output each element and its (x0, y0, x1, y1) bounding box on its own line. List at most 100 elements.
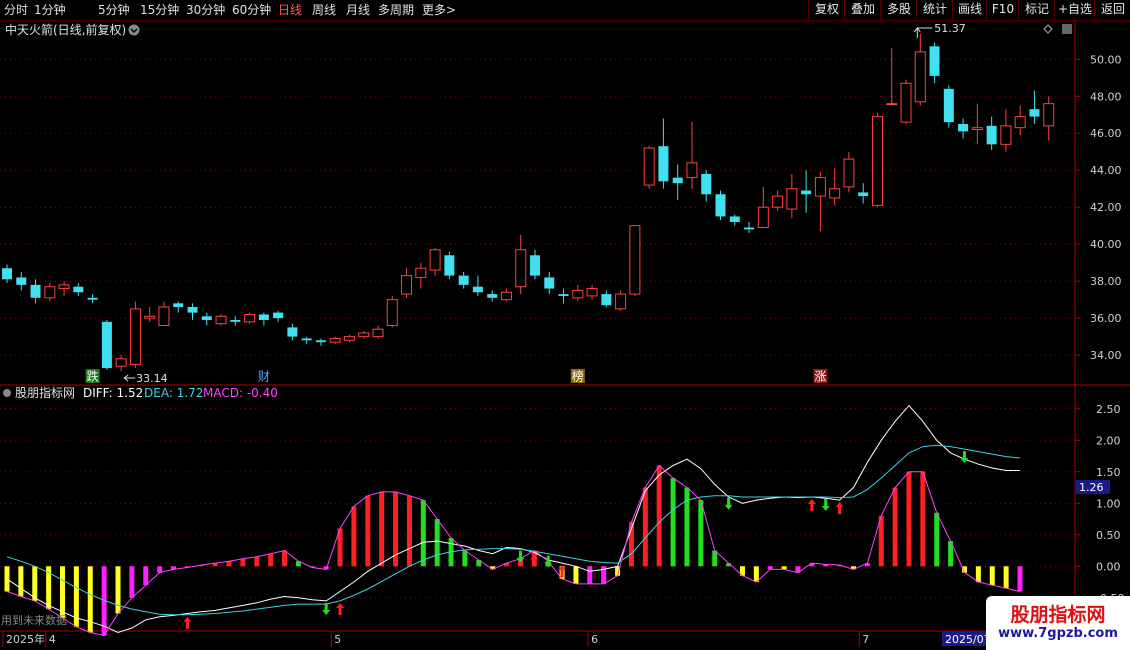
candle-body-up (500, 291, 512, 301)
candle-body-up (586, 288, 598, 297)
indicator-tick-label: 2.50 (1096, 403, 1121, 416)
up-arrow-icon (336, 602, 345, 615)
candle-body-down (201, 316, 212, 320)
period-multi[interactable]: 多周期 (378, 2, 414, 18)
period-15min[interactable]: 15分钟 (140, 2, 179, 18)
candle-body-up (372, 328, 384, 338)
macd-bar (268, 553, 274, 567)
price-tick-label: 48.00 (1090, 90, 1122, 103)
event-marker-label: 榜 (572, 369, 584, 384)
statistics-button[interactable]: 统计 (916, 0, 953, 19)
macd-bar (351, 506, 357, 567)
draw-line-button[interactable]: 画线 (952, 0, 987, 19)
candle-body-up (900, 82, 912, 123)
current-date-tag: 2025/07 (942, 631, 991, 646)
date-label: 5 (334, 633, 341, 646)
candle-body-down (558, 294, 569, 296)
period-intraday[interactable]: 分时 (4, 2, 28, 18)
candle-body-up (386, 299, 398, 327)
macd-bar (892, 487, 898, 567)
indicator-tick-label: 0.00 (1096, 560, 1121, 573)
macd-bar (115, 566, 121, 614)
add-watchlist-button[interactable]: +自选 (1054, 0, 1095, 19)
macd-bar (226, 561, 232, 567)
candle-body-up (572, 289, 584, 299)
adjust-price-button[interactable]: 复权 (808, 0, 845, 19)
candle-body-down (986, 125, 997, 145)
candle-body-down (16, 277, 27, 285)
candle-body-up (44, 286, 56, 299)
macd-bar (365, 495, 371, 567)
candle-body-down (173, 303, 184, 308)
candle-body-down (87, 297, 98, 300)
down-arrow-icon (821, 498, 830, 511)
macd-bar (18, 566, 24, 597)
macd-bar (975, 566, 981, 583)
multi-stock-button[interactable]: 多股 (880, 0, 917, 19)
back-button[interactable]: 返回 (1094, 0, 1130, 19)
macd-bar (934, 512, 940, 567)
indicator-axis: -0.500.000.501.001.502.002.50 (1075, 403, 1124, 605)
candle-body-up (843, 158, 855, 188)
candle-body-up (643, 147, 655, 186)
event-markers: 跌财榜涨 (85, 369, 828, 384)
dea-line (6, 444, 1021, 616)
mark-button[interactable]: 标记 (1018, 0, 1055, 19)
stock-title[interactable]: 中天火箭(日线,前复权) (5, 22, 126, 37)
event-marker-label: 跌 (87, 369, 99, 384)
period-daily[interactable]: 日线 (278, 2, 302, 18)
candle-body-up (615, 293, 627, 310)
indicator-tick-label: 1.00 (1096, 497, 1121, 510)
candle-body-up (358, 332, 370, 338)
overlay-button[interactable]: 叠加 (844, 0, 881, 19)
panel-scroll-button[interactable] (1062, 24, 1072, 34)
period-more[interactable]: 更多> (422, 2, 456, 18)
chevron-down-icon[interactable] (128, 24, 140, 36)
indicator-header: 股朋指标网 DIFF: 1.52 DEA: 1.72 MACD: -0.40 (3, 385, 278, 400)
candle-body-up (244, 313, 256, 323)
candle-body-down (101, 321, 112, 369)
dea-value: DEA: 1.72 (144, 386, 203, 400)
signal-arrows (183, 451, 969, 629)
candle-body-down (287, 327, 298, 337)
diamond-icon[interactable] (1043, 24, 1053, 34)
candle-body-up (343, 336, 355, 341)
candle-body-down (958, 123, 969, 132)
candle-body-up (914, 51, 926, 103)
indicator-tick-label: 1.50 (1096, 466, 1121, 479)
current-value-tag: 1.26 (1076, 479, 1110, 494)
f10-button[interactable]: F10 (986, 0, 1019, 19)
candle-body-up (686, 162, 698, 179)
macd-bar (129, 566, 135, 598)
period-weekly[interactable]: 周线 (312, 2, 336, 18)
indicator-settings-icon[interactable] (3, 389, 11, 397)
macd-envelope-line (6, 464, 1021, 637)
date-label: 2025年 (6, 632, 45, 646)
indicator-name[interactable]: 股朋指标网 (15, 385, 75, 400)
period-1min[interactable]: 1分钟 (34, 2, 66, 18)
candle-body-up (144, 315, 156, 319)
up-arrow-icon (807, 498, 816, 511)
macd-value: MACD: -0.40 (203, 386, 278, 400)
period-60min[interactable]: 60分钟 (232, 2, 271, 18)
candle-body-down (30, 284, 41, 298)
macd-bar (282, 550, 288, 567)
event-marker-label: 涨 (814, 369, 826, 384)
candle-body-up (129, 308, 141, 365)
period-30min[interactable]: 30分钟 (186, 2, 225, 18)
candle-body-down (658, 146, 669, 182)
watermark-title: 股朋指标网 (1010, 604, 1106, 626)
price-tick-label: 34.00 (1090, 349, 1122, 362)
macd-bar (712, 550, 718, 567)
chart-area[interactable]: 34.0036.0038.0040.0042.0044.0046.0048.00… (0, 21, 1130, 650)
event-marker-label: 财 (258, 370, 270, 384)
candle-body-up (971, 127, 983, 131)
macd-bar (989, 566, 995, 586)
candle-body-up (429, 249, 441, 271)
period-5min[interactable]: 5分钟 (98, 2, 130, 18)
candle-body-up (158, 306, 170, 327)
current-value-label: 1.26 (1079, 481, 1104, 494)
period-monthly[interactable]: 月线 (346, 2, 370, 18)
candle-body-down (715, 194, 726, 217)
diff-value: DIFF: 1.52 (83, 386, 143, 400)
